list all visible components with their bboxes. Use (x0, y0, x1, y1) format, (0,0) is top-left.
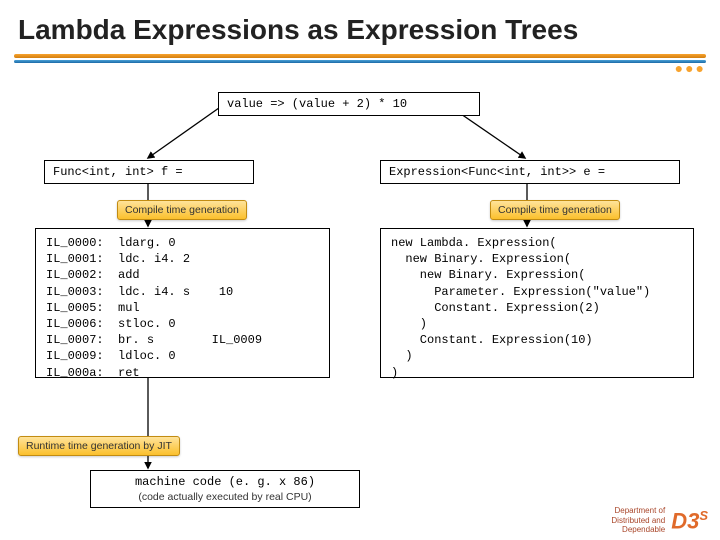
title-underline-orange (14, 54, 706, 58)
lambda-expression-box: value => (value + 2) * 10 (218, 92, 480, 116)
compile-time-label-right: Compile time generation (490, 200, 620, 220)
logo-superscript: S (699, 508, 708, 523)
d3s-logo: D3S (671, 508, 708, 534)
logo-main: D3 (671, 508, 699, 533)
runtime-jit-label: Runtime time generation by JIT (18, 436, 180, 456)
machine-code-line: machine code (e. g. x 86) (99, 475, 351, 489)
il-code-box: IL_0000: ldarg. 0 IL_0001: ldc. i4. 2 IL… (35, 228, 330, 378)
footer-department: Department of Distributed and Dependable (611, 506, 665, 534)
expression-tree-code-box: new Lambda. Expression( new Binary. Expr… (380, 228, 694, 378)
func-declaration-box: Func<int, int> f = (44, 160, 254, 184)
expression-declaration-box: Expression<Func<int, int>> e = (380, 160, 680, 184)
machine-code-box: machine code (e. g. x 86) (code actually… (90, 470, 360, 508)
footer: Department of Distributed and Dependable… (611, 506, 708, 534)
slide-title: Lambda Expressions as Expression Trees (0, 0, 720, 46)
decorative-dots: ●●● (675, 60, 706, 76)
title-underline-blue (14, 60, 706, 63)
compile-time-label-left: Compile time generation (117, 200, 247, 220)
machine-code-caption: (code actually executed by real CPU) (99, 491, 351, 503)
